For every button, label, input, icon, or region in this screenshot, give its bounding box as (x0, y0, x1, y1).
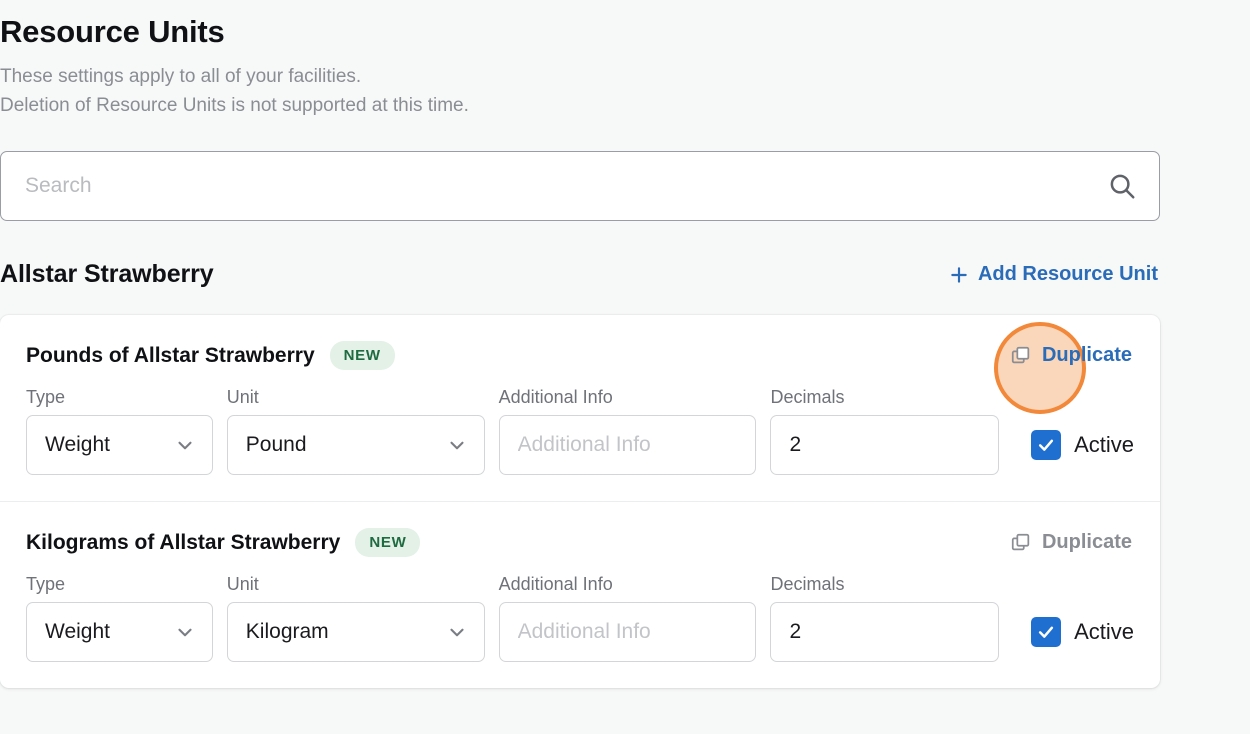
unit-field: Unit Pound (226, 386, 485, 475)
resource-unit-name: Pounds of Allstar Strawberry (26, 343, 315, 367)
duplicate-label: Duplicate (1041, 531, 1132, 553)
resource-unit-fields: Type Weight Unit (26, 574, 1134, 662)
decimals-field: Decimals (770, 386, 1000, 475)
resource-units-card: Pounds of Allstar Strawberry NEW Duplica… (0, 314, 1160, 688)
resource-unit-fields: Type Weight Unit (26, 387, 1134, 475)
type-select[interactable]: Weight (26, 414, 213, 475)
page-root: Resource Units These settings apply to a… (0, 0, 1250, 734)
subtitle-line-1: These settings apply to all of your faci… (0, 65, 362, 87)
settings-content: Resource Units These settings apply to a… (0, 0, 1160, 688)
duplicate-button[interactable]: Duplicate (1008, 340, 1134, 371)
unit-field: Unit Kilogram (226, 573, 485, 662)
page-title: Resource Units (0, 14, 225, 49)
check-icon (1036, 622, 1056, 642)
additional-info-label: Additional Info (498, 386, 613, 407)
additional-info-field: Additional Info (498, 573, 757, 662)
duplicate-icon (1010, 345, 1032, 367)
chevron-down-icon (174, 621, 196, 643)
plus-icon (949, 265, 969, 285)
additional-info-field: Additional Info (498, 386, 757, 475)
type-field: Type Weight (26, 574, 213, 662)
type-field: Type Weight (26, 387, 213, 475)
additional-info-input[interactable] (517, 415, 740, 474)
additional-info-box[interactable] (498, 414, 757, 475)
resource-unit-title-group: Kilograms of Allstar Strawberry NEW (26, 528, 421, 557)
additional-info-box[interactable] (498, 601, 757, 662)
duplicate-icon (1010, 532, 1032, 554)
status-badge-new: NEW (355, 528, 421, 557)
unit-select[interactable]: Pound (226, 414, 485, 475)
type-value: Weight (45, 432, 110, 456)
search-icon[interactable] (1107, 171, 1137, 201)
type-select[interactable]: Weight (26, 601, 213, 662)
resource-unit-row: Kilograms of Allstar Strawberry NEW Dupl… (0, 500, 1160, 688)
unit-value: Kilogram (245, 619, 329, 643)
type-value: Weight (45, 619, 110, 643)
active-label: Active (1074, 431, 1135, 457)
resource-unit-header: Pounds of Allstar Strawberry NEW Duplica… (26, 337, 1134, 375)
decimals-label: Decimals (770, 386, 845, 407)
decimals-field: Decimals (770, 573, 1000, 662)
resource-unit-title-group: Pounds of Allstar Strawberry NEW (26, 341, 395, 370)
active-toggle-group[interactable]: Active (1013, 415, 1134, 475)
type-label: Type (26, 386, 66, 407)
active-checkbox[interactable] (1031, 429, 1062, 460)
decimals-input[interactable] (789, 602, 983, 661)
unit-select[interactable]: Kilogram (226, 601, 485, 662)
additional-info-label: Additional Info (498, 573, 613, 594)
chevron-down-icon (174, 434, 196, 456)
chevron-down-icon (446, 434, 468, 456)
status-badge-new: NEW (329, 341, 395, 370)
decimals-input[interactable] (789, 415, 983, 474)
unit-value: Pound (245, 432, 307, 456)
duplicate-button[interactable]: Duplicate (1008, 527, 1134, 558)
active-checkbox[interactable] (1031, 616, 1062, 647)
decimals-box[interactable] (770, 601, 1000, 662)
additional-info-input[interactable] (517, 602, 740, 661)
decimals-label: Decimals (770, 573, 845, 594)
search-input[interactable] (25, 151, 1107, 220)
duplicate-label: Duplicate (1041, 344, 1132, 366)
subtitle-line-2: Deletion of Resource Units is not suppor… (0, 94, 469, 116)
add-resource-unit-button[interactable]: Add Resource Unit (947, 259, 1160, 290)
chevron-down-icon (446, 621, 468, 643)
section-title: Allstar Strawberry (0, 260, 214, 288)
search-bar[interactable] (0, 150, 1160, 221)
page-subtitle: These settings apply to all of your faci… (0, 63, 1160, 121)
resource-unit-header: Kilograms of Allstar Strawberry NEW Dupl… (26, 524, 1134, 562)
section-header: Allstar Strawberry Add Resource Unit (0, 253, 1160, 297)
unit-label: Unit (226, 386, 259, 407)
check-icon (1036, 435, 1056, 455)
add-resource-unit-label: Add Resource Unit (977, 263, 1158, 285)
decimals-box[interactable] (770, 414, 1000, 475)
active-toggle-group[interactable]: Active (1013, 602, 1134, 662)
resource-unit-row: Pounds of Allstar Strawberry NEW Duplica… (0, 315, 1160, 501)
type-label: Type (26, 573, 66, 594)
resource-unit-name: Kilograms of Allstar Strawberry (26, 530, 341, 554)
unit-label: Unit (226, 573, 259, 594)
active-label: Active (1074, 618, 1135, 644)
